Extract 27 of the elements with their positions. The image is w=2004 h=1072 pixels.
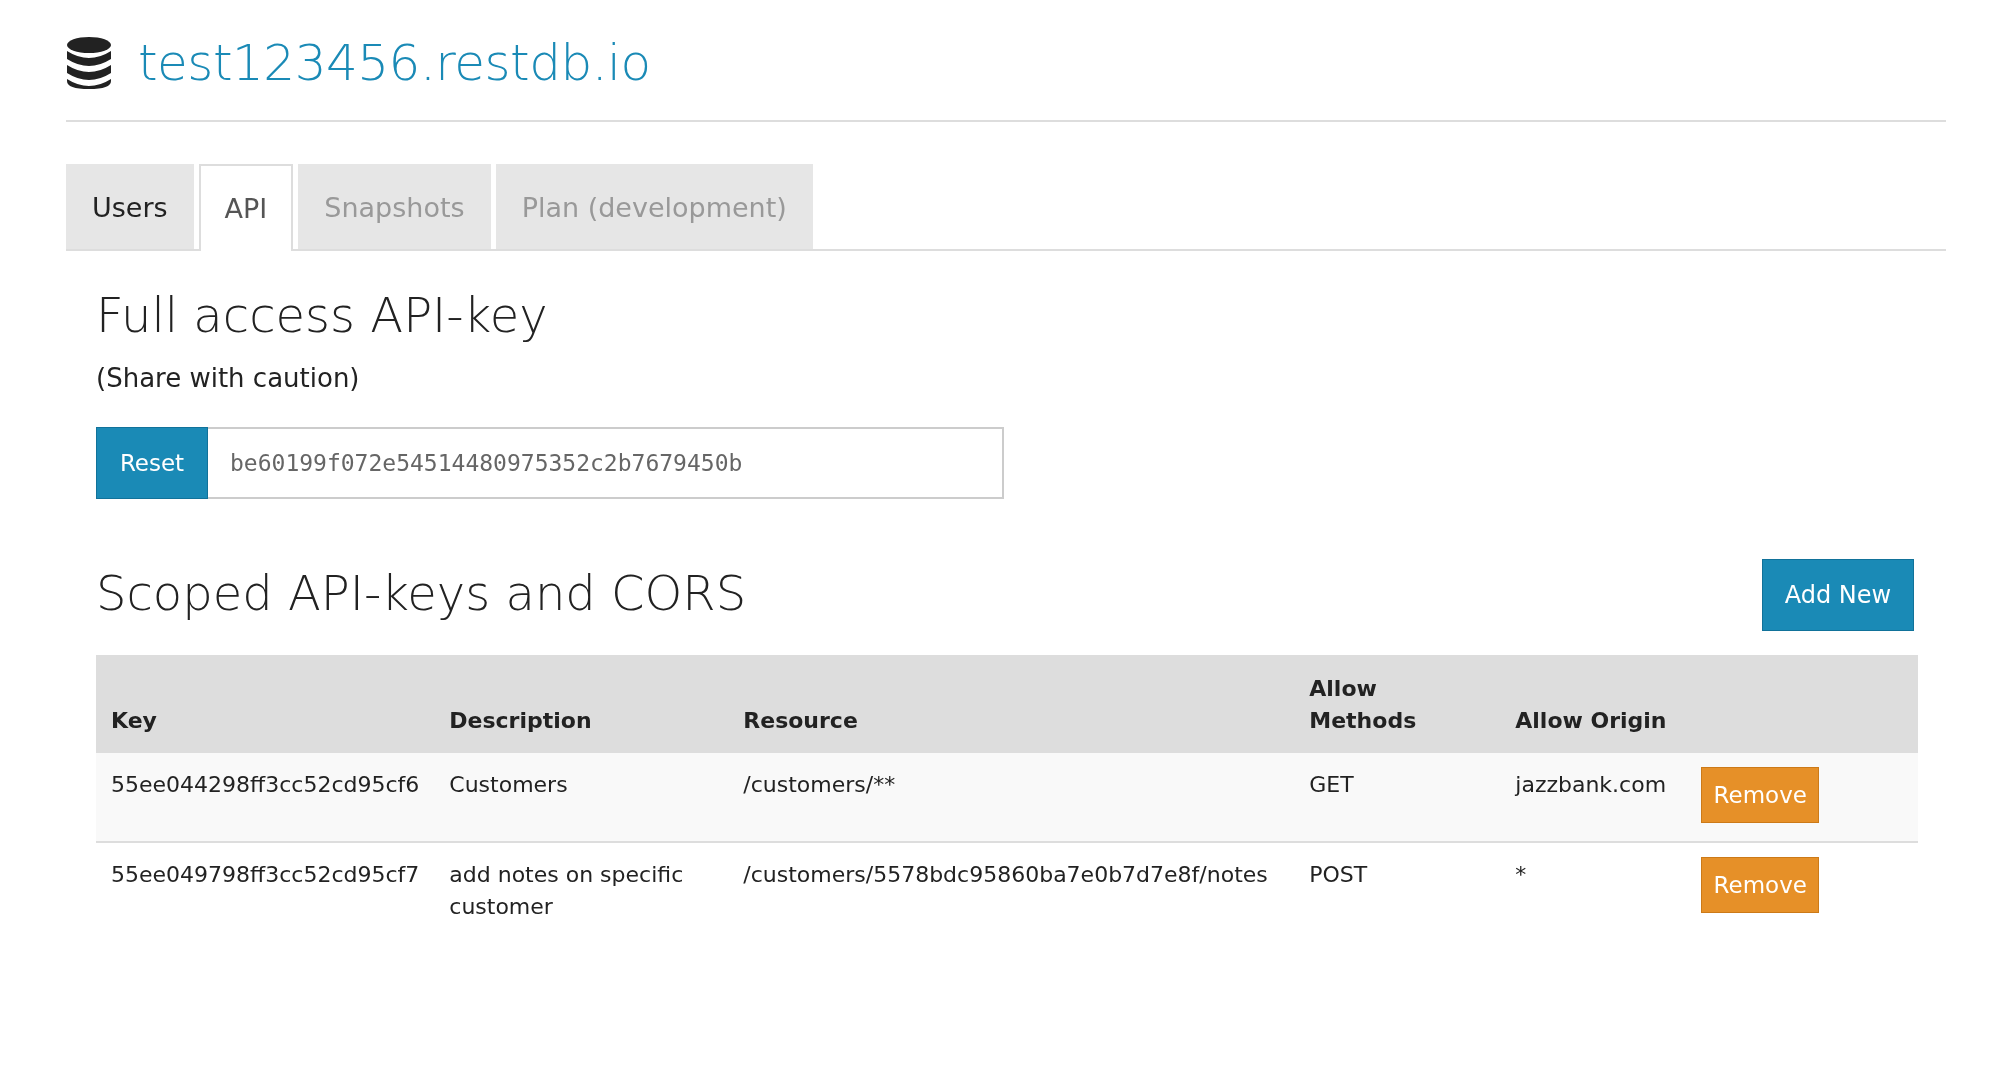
- remove-button[interactable]: Remove: [1701, 767, 1820, 823]
- column-header: Allow Methods: [1294, 655, 1501, 753]
- tab[interactable]: Users: [66, 164, 194, 249]
- column-header: Key: [96, 655, 435, 753]
- tab[interactable]: API: [198, 164, 294, 251]
- table-cell: Customers: [434, 753, 729, 842]
- add-new-button[interactable]: Add New: [1762, 559, 1914, 631]
- site-title: test123456.restdb.io: [138, 34, 651, 92]
- api-key-field[interactable]: be60199f072e54514480975352c2b7679450b: [208, 427, 1004, 499]
- table-cell: POST: [1294, 842, 1501, 939]
- table-cell: *: [1500, 842, 1687, 939]
- table-cell: GET: [1294, 753, 1501, 842]
- table-cell: /customers/5578bdc95860ba7e0b7d7e8f/notes: [728, 842, 1295, 939]
- section-heading: Full access API-key: [96, 287, 549, 343]
- table-cell: /customers/**: [728, 753, 1295, 842]
- column-header: Resource: [728, 655, 1295, 753]
- database-icon: [66, 37, 112, 89]
- table-cell: jazzbank.com: [1500, 753, 1687, 842]
- column-header: Description: [434, 655, 729, 753]
- column-header: Allow Origin: [1500, 655, 1687, 753]
- table-cell: add notes on specific customer: [434, 842, 729, 939]
- table-cell: 55ee044298ff3cc52cd95cf6: [96, 753, 435, 842]
- section-heading: Scoped API-keys and CORS: [96, 565, 747, 621]
- caution-note: (Share with caution): [96, 363, 361, 393]
- reset-button[interactable]: Reset: [96, 427, 208, 499]
- remove-button[interactable]: Remove: [1701, 857, 1820, 913]
- table-cell: 55ee049798ff3cc52cd95cf7: [96, 842, 435, 939]
